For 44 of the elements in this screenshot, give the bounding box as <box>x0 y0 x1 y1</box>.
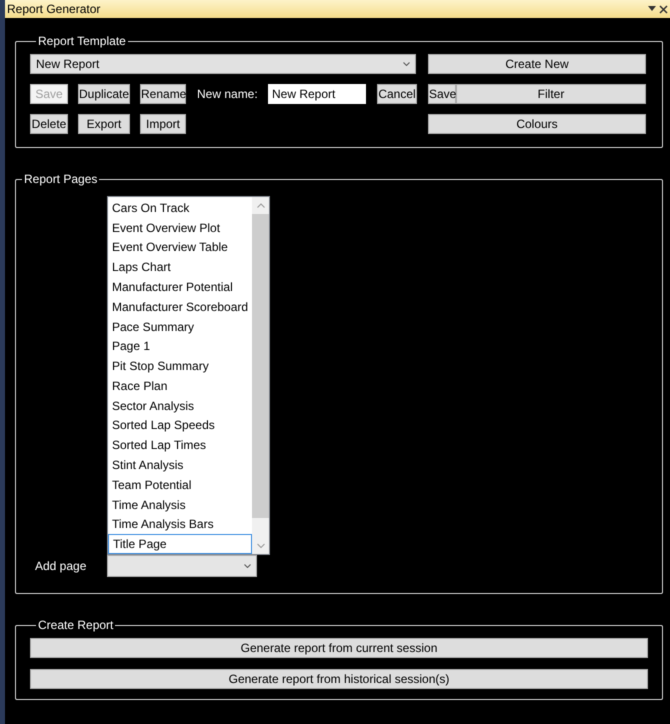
dropdown-arrow-icon[interactable] <box>648 6 656 12</box>
page-list-item[interactable]: Event Overview Plot <box>108 218 252 238</box>
generate-report-button[interactable]: Generate report from current session <box>30 638 648 658</box>
add-page-dropdown[interactable] <box>107 555 257 577</box>
new-name-label: New name: <box>197 86 258 103</box>
template-dropdown[interactable]: New Report <box>30 54 416 74</box>
page-list-item[interactable]: Page 1 <box>108 336 252 356</box>
chevron-down-icon <box>403 62 410 66</box>
page-list-item[interactable]: Time Analysis <box>108 494 252 514</box>
page-list-item[interactable]: Pace Summary <box>108 316 252 336</box>
chevron-down-icon <box>244 564 251 568</box>
cancel-button[interactable]: Cancel <box>377 84 417 104</box>
toolbar-button[interactable]: Delete <box>30 114 68 134</box>
page-list-item[interactable]: Title Page <box>108 534 252 554</box>
toolbar-button[interactable]: Rename <box>140 84 186 104</box>
page-list-item[interactable]: Manufacturer Scoreboard <box>108 296 252 317</box>
page-list-item[interactable]: Stint Analysis <box>108 455 252 475</box>
add-page-label: Add page <box>35 558 88 575</box>
save-button[interactable]: Save <box>428 84 456 104</box>
new-name-field[interactable]: New Report <box>268 84 366 104</box>
toolbar-button[interactable]: Import <box>140 114 186 134</box>
page-list-item[interactable]: Laps Chart <box>108 257 252 278</box>
create-new-button[interactable]: Create New <box>428 54 646 74</box>
window-title: Report Generator <box>7 1 100 18</box>
generate-report-button[interactable]: Generate report from historical session(s) <box>30 669 648 689</box>
toolbar-button[interactable]: Duplicate <box>78 84 130 104</box>
page-list-item[interactable]: Sector Analysis <box>108 396 252 416</box>
filter-button[interactable]: Filter <box>456 84 646 104</box>
page-list-item[interactable]: Pit Stop Summary <box>108 356 252 376</box>
page-list-item[interactable]: Sorted Lap Speeds <box>108 416 252 436</box>
section-legend: Create Report <box>36 616 116 634</box>
page-list-item[interactable]: Team Potential <box>108 474 252 495</box>
page-list-item[interactable]: Manufacturer Potential <box>108 277 252 297</box>
close-icon[interactable] <box>659 4 668 14</box>
pages-list[interactable] <box>107 196 270 555</box>
page-list-item[interactable]: Time Analysis Bars <box>108 514 252 534</box>
page-list-item[interactable]: Sorted Lap Times <box>108 435 252 456</box>
page-list-item[interactable]: Race Plan <box>108 376 252 396</box>
section-legend: Report Template <box>36 32 128 50</box>
toolbar-button[interactable]: Export <box>78 114 130 134</box>
section-legend: Report Pages <box>22 170 100 188</box>
page-list-item[interactable]: Cars On Track <box>108 198 252 218</box>
page-list-item[interactable]: Event Overview Table <box>108 238 252 258</box>
colours-button[interactable]: Colours <box>428 114 646 134</box>
